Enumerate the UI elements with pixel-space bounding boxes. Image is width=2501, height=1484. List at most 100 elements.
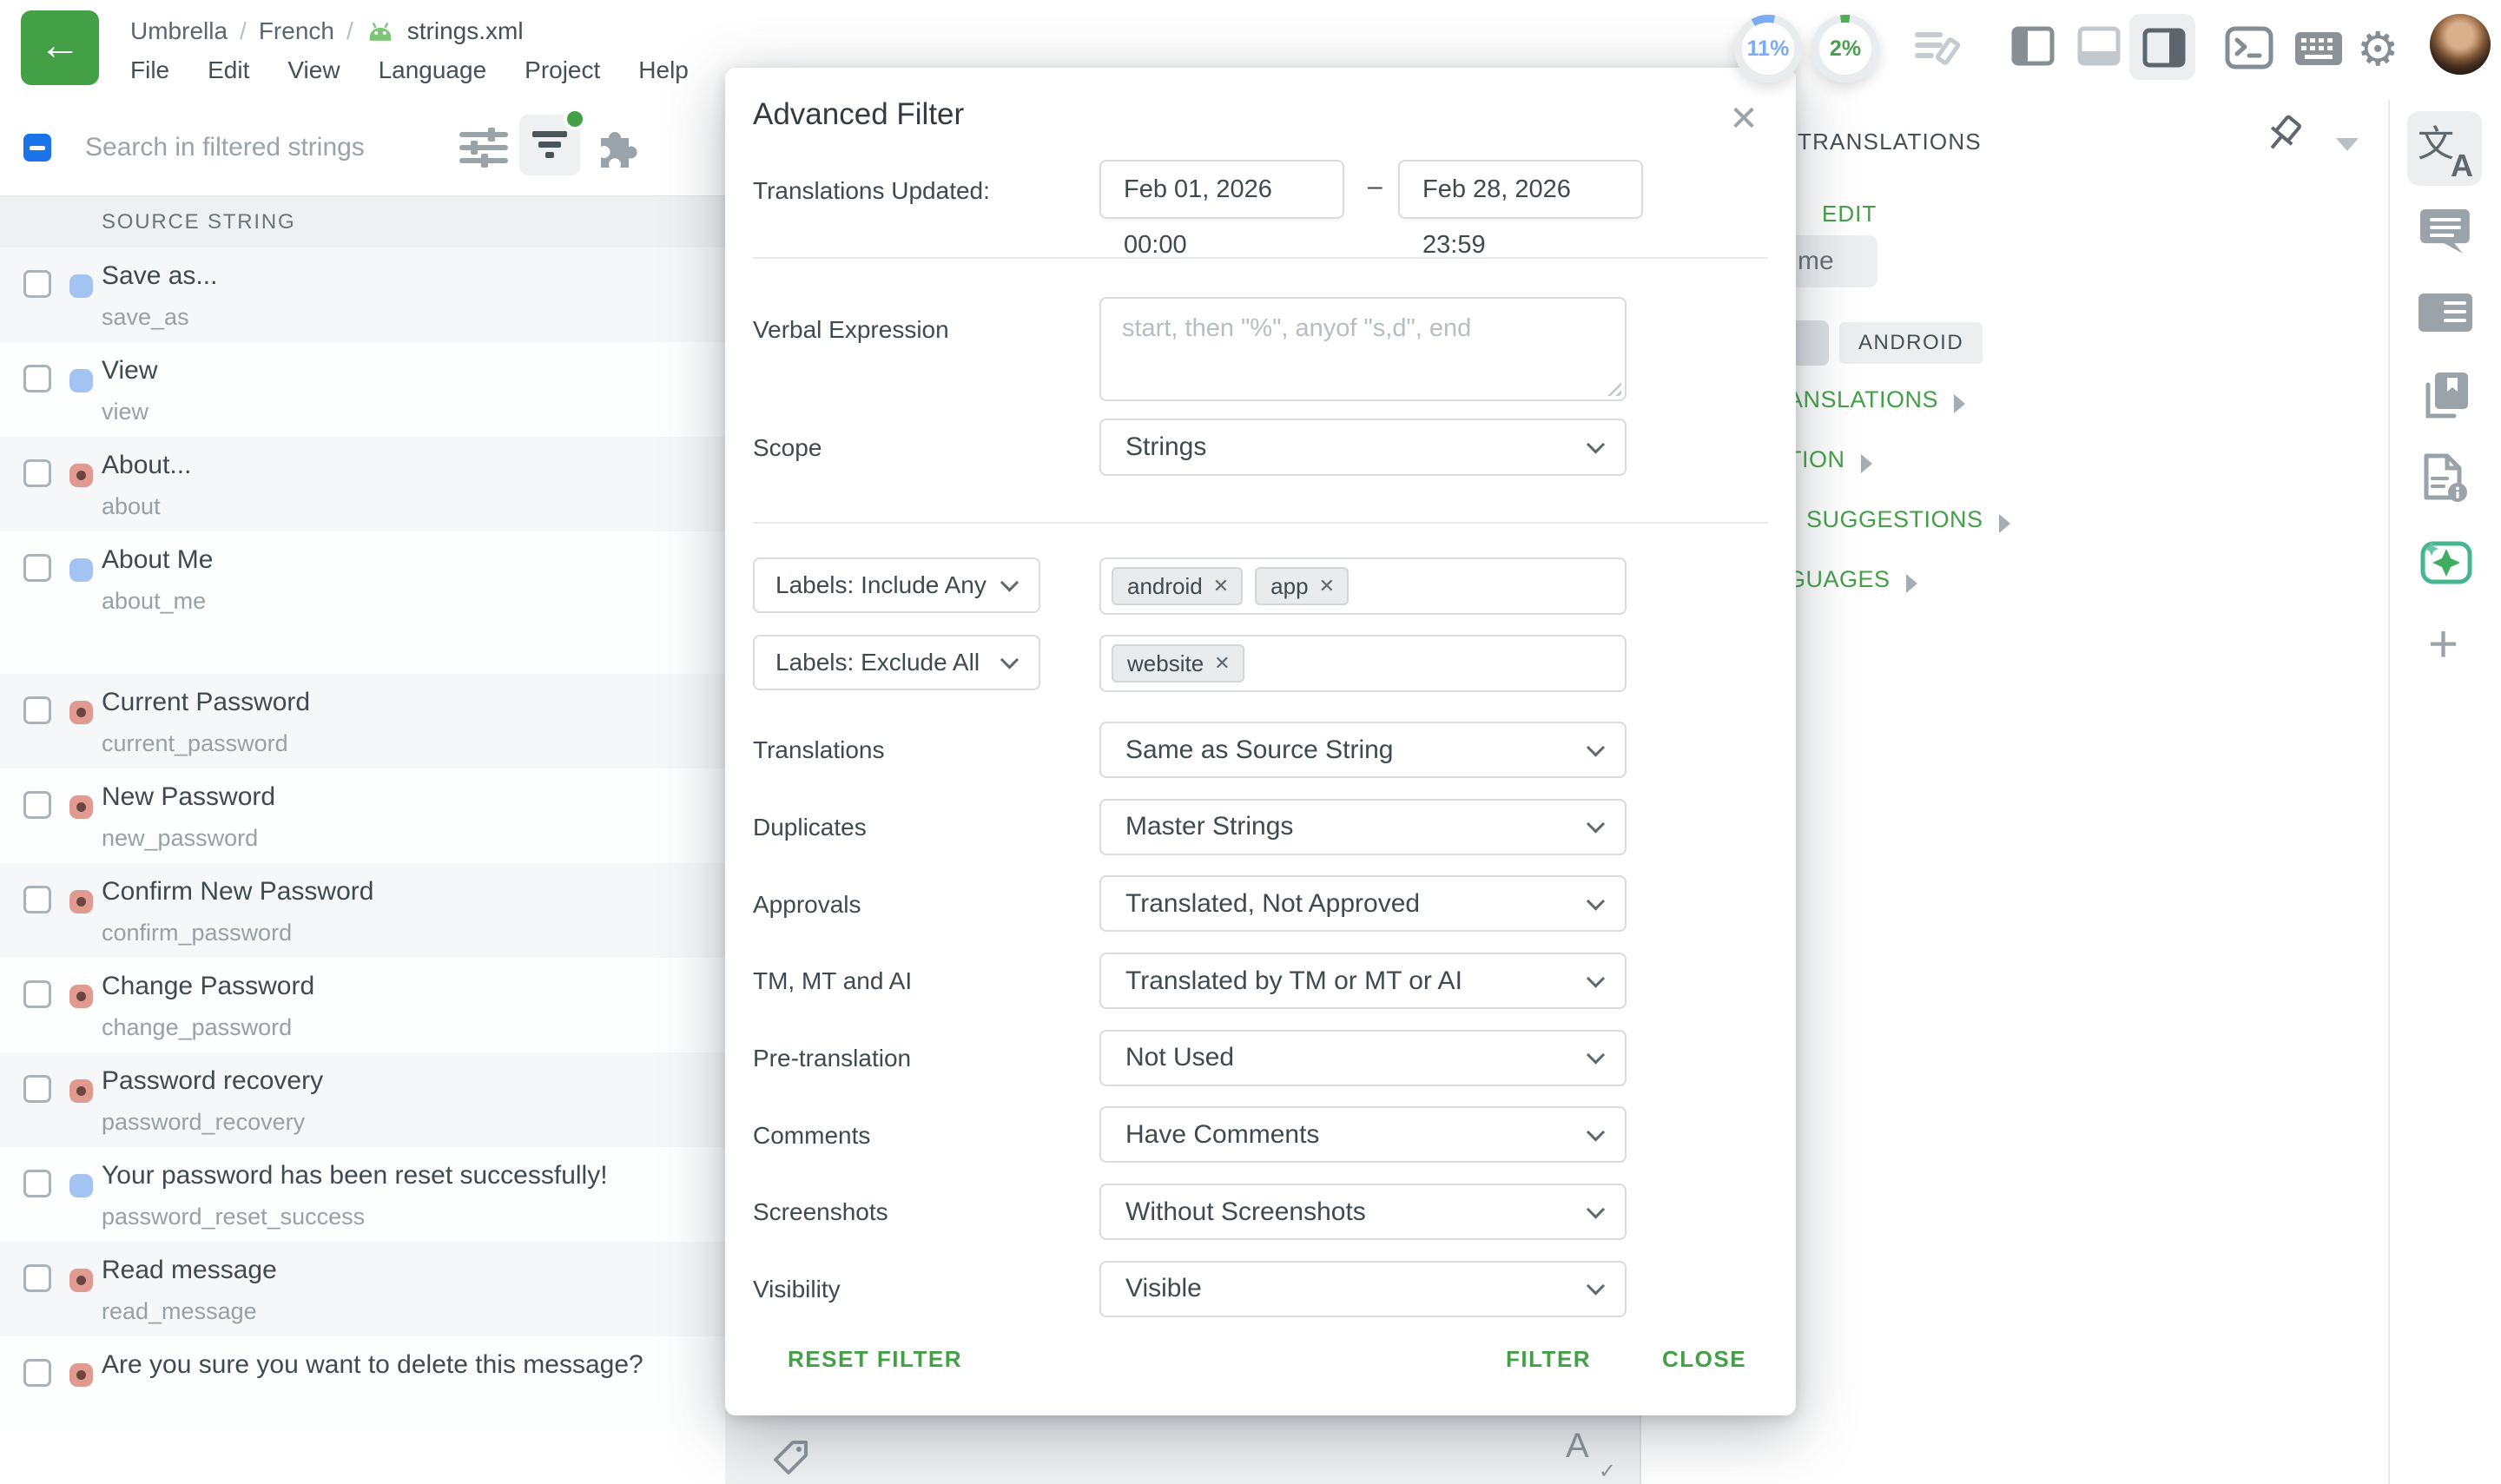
tm-icon[interactable]	[2419, 371, 2470, 421]
row-checkbox[interactable]	[23, 365, 51, 392]
terminal-icon[interactable]	[2225, 26, 2273, 69]
scope-select[interactable]: Strings	[1099, 419, 1627, 476]
string-row[interactable]: Viewview	[0, 342, 725, 437]
edit-link[interactable]: EDIT	[1822, 201, 1877, 228]
row-checkbox[interactable]	[23, 980, 51, 1008]
row-checkbox[interactable]	[23, 459, 51, 487]
divider	[753, 522, 1768, 524]
visibility-select[interactable]: Visible	[1099, 1261, 1627, 1317]
string-row[interactable]: Read messageread_message	[0, 1242, 725, 1336]
ai-icon[interactable]	[2419, 537, 2473, 587]
row-checkbox[interactable]	[23, 270, 51, 298]
proofread-icon[interactable]	[1914, 26, 1963, 71]
duplicates-select[interactable]: Master Strings	[1099, 799, 1627, 855]
reset-filter-button[interactable]: RESET FILTER	[788, 1346, 962, 1373]
menu-edit[interactable]: Edit	[208, 56, 249, 84]
menu-help[interactable]: Help	[638, 56, 689, 84]
chip-remove-icon[interactable]: ✕	[1214, 652, 1230, 675]
user-avatar[interactable]	[2430, 14, 2491, 75]
chevron-down-icon[interactable]	[2336, 138, 2359, 151]
screenshots-select[interactable]: Without Screenshots	[1099, 1184, 1627, 1240]
filter-label: Pre-translation	[753, 1045, 911, 1072]
status-blue-icon	[69, 1174, 93, 1197]
row-checkbox[interactable]	[23, 1075, 51, 1103]
string-row[interactable]: Save as...save_as	[0, 247, 725, 342]
layout-bottom-icon[interactable]	[2077, 26, 2121, 66]
close-button[interactable]: CLOSE	[1662, 1346, 1746, 1373]
string-row[interactable]: About Meabout_me	[0, 531, 725, 626]
source-string-text: Current Password	[102, 688, 711, 717]
string-row[interactable]: About...about	[0, 437, 725, 531]
pin-icon[interactable]	[2260, 114, 2306, 162]
chip-remove-icon[interactable]: ✕	[1319, 575, 1335, 597]
translated-progress-ring[interactable]: 11%	[1734, 15, 1802, 82]
source-string-text: Save as...	[102, 261, 711, 291]
chip-remove-icon[interactable]: ✕	[1213, 575, 1229, 597]
back-button[interactable]: ←	[21, 10, 99, 85]
add-panel-icon[interactable]: +	[2428, 614, 2458, 674]
spellcheck-icon[interactable]: A✓	[1566, 1427, 1621, 1482]
string-row[interactable]: Your password has been reset successfull…	[0, 1147, 725, 1242]
menu-view[interactable]: View	[287, 56, 340, 84]
row-checkbox[interactable]	[23, 554, 51, 582]
pre-translation-select[interactable]: Not Used	[1099, 1030, 1627, 1086]
strings-list-panel: SOURCE STRING ✓✓Welcome!welcomeSave as..…	[0, 100, 725, 1484]
menu-language[interactable]: Language	[379, 56, 487, 84]
advanced-filter-modal: Advanced Filter ✕ Translations Updated: …	[725, 68, 1796, 1415]
context-icon[interactable]	[2418, 291, 2473, 334]
layout-left-icon[interactable]	[2011, 26, 2055, 66]
android-file-icon	[366, 18, 395, 44]
tag-icon[interactable]	[770, 1437, 812, 1479]
breadcrumb-language[interactable]: French	[259, 17, 334, 45]
approved-progress-ring[interactable]: 2%	[1811, 15, 1879, 82]
translate-tab[interactable]: 文 A	[2407, 111, 2482, 186]
settings-gear-icon[interactable]: ⚙	[2357, 19, 2399, 80]
string-row[interactable]: New Passwordnew_password	[0, 768, 725, 863]
scope-label: Scope	[753, 434, 822, 462]
menu-project[interactable]: Project	[525, 56, 600, 84]
search-input[interactable]	[85, 122, 424, 174]
verbal-expression-input[interactable]	[1099, 297, 1627, 401]
string-row[interactable]: Change Passwordchange_password	[0, 958, 725, 1052]
close-icon[interactable]: ✕	[1720, 96, 1767, 142]
string-row[interactable]: Current Passwordcurrent_password	[0, 674, 725, 768]
comments-select[interactable]: Have Comments	[1099, 1106, 1627, 1163]
labels-input[interactable]: android✕app✕	[1099, 557, 1627, 615]
comments-icon[interactable]	[2419, 208, 2471, 256]
select-all-checkbox[interactable]	[23, 134, 51, 162]
string-row[interactable]: Password recoverypassword_recovery	[0, 1052, 725, 1147]
filter-row: TranslationsSame as Source String	[725, 712, 1796, 789]
approvals-select[interactable]: Translated, Not Approved	[1099, 875, 1627, 932]
date-from-input[interactable]: Feb 01, 2026 00:00	[1099, 160, 1344, 219]
tm-mt-and-ai-select[interactable]: Translated by TM or MT or AI	[1099, 953, 1627, 1009]
row-checkbox[interactable]	[23, 1170, 51, 1197]
breadcrumb-file[interactable]: strings.xml	[407, 17, 524, 45]
label-filter-row: Labels: Exclude All website✕	[725, 635, 1796, 712]
menu-file[interactable]: File	[130, 56, 169, 84]
labels-mode-select[interactable]: Labels: Include Any	[753, 557, 1040, 613]
filter-button[interactable]: FILTER	[1506, 1346, 1591, 1373]
keyboard-icon[interactable]	[2294, 31, 2343, 66]
filter-funnel-button[interactable]	[519, 115, 580, 175]
file-info-icon[interactable]	[2421, 452, 2470, 506]
status-red-icon	[69, 1079, 93, 1103]
labels-input[interactable]: website✕	[1099, 635, 1627, 692]
puzzle-icon[interactable]	[591, 122, 639, 171]
string-row[interactable]: Confirm New Passwordconfirm_password	[0, 863, 725, 958]
row-checkbox[interactable]	[23, 1359, 51, 1387]
date-to-input[interactable]: Feb 28, 2026 23:59	[1398, 160, 1643, 219]
breadcrumb-project[interactable]: Umbrella	[130, 17, 228, 45]
row-checkbox[interactable]	[23, 696, 51, 724]
chevron-right-icon	[1999, 514, 2010, 533]
string-row[interactable]: Are you sure you want to delete this mes…	[0, 1336, 725, 1431]
layout-right-button[interactable]	[2129, 14, 2195, 80]
row-checkbox[interactable]	[23, 1264, 51, 1292]
source-string-text: Confirm New Password	[102, 877, 711, 907]
row-checkbox[interactable]	[23, 791, 51, 819]
labels-mode-select[interactable]: Labels: Exclude All	[753, 635, 1040, 690]
side-icon-rail: 文 A +	[2388, 100, 2501, 1484]
row-checkbox[interactable]	[23, 886, 51, 913]
filter-sliders-icon[interactable]	[459, 124, 509, 171]
chevron-down-icon	[1587, 1123, 1605, 1141]
translations-select[interactable]: Same as Source String	[1099, 722, 1627, 778]
